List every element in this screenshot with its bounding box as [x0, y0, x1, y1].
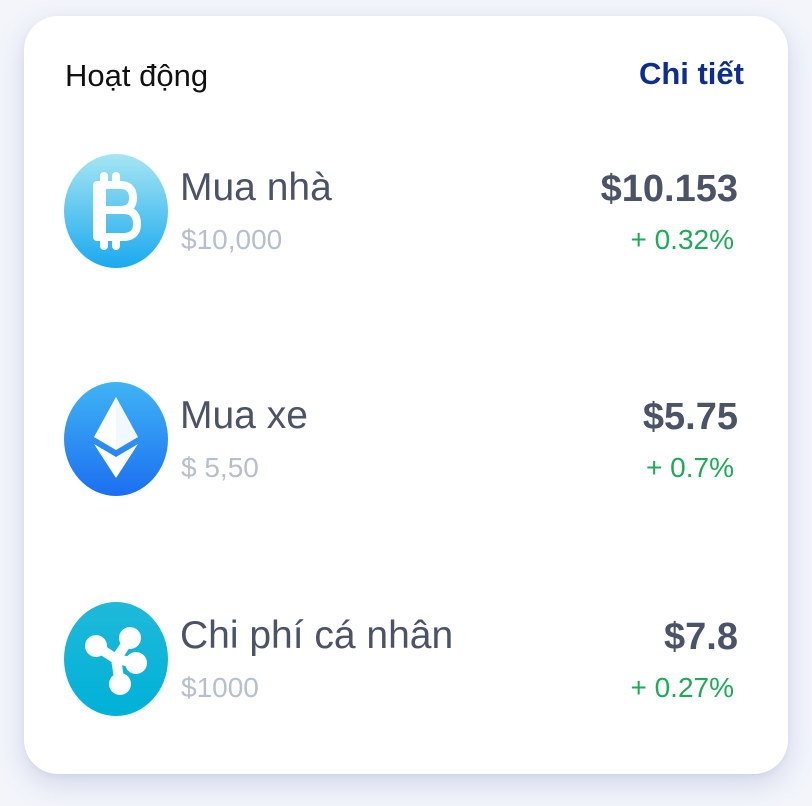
ethereum-icon — [64, 382, 168, 496]
item-amount: $10,000 — [181, 224, 283, 255]
details-link[interactable]: Chi tiết — [639, 56, 744, 92]
card-title: Hoạt động — [65, 58, 209, 93]
item-value: $10.153 — [600, 168, 738, 210]
list-item-mua-xe[interactable]: Mua xe $ 5,50 $5.75 + 0.7% — [64, 382, 748, 498]
list-item-mua-nha[interactable]: Mua nhà $10,000 $10.153 + 0.32% — [64, 154, 748, 270]
item-value: $5.75 — [642, 396, 738, 438]
item-change: + 0.7% — [646, 452, 734, 483]
item-amount: $ 5,50 — [181, 452, 259, 483]
item-amount: $1000 — [181, 672, 259, 703]
item-name: Chi phí cá nhân — [180, 614, 454, 657]
item-change: + 0.27% — [630, 672, 734, 703]
item-change: + 0.32% — [630, 224, 734, 255]
list-item-chi-phi-ca-nhan[interactable]: Chi phí cá nhân $1000 $7.8 + 0.27% — [64, 602, 748, 718]
item-name: Mua nhà — [180, 166, 332, 209]
item-name: Mua xe — [180, 394, 308, 437]
activity-card: Hoạt động Chi tiết Mua nhà $10,000 $10.1… — [24, 16, 788, 774]
bitcoin-icon — [64, 154, 168, 268]
item-value: $7.8 — [664, 616, 738, 658]
ripple-icon — [64, 602, 168, 716]
